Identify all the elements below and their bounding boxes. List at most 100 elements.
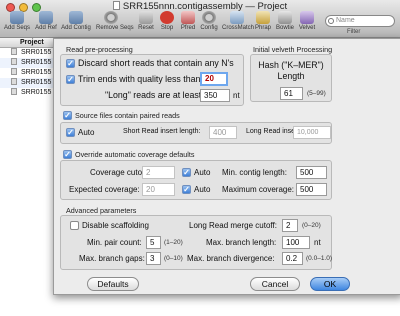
paired-reads-checkbox[interactable]: ✓ <box>63 111 72 120</box>
defaults-button[interactable]: Defaults <box>87 277 139 291</box>
reset-icon <box>139 11 153 24</box>
coverage-cutoff-auto-checkbox[interactable]: ✓ <box>182 168 191 177</box>
add-icon <box>69 11 83 24</box>
long-reads-unit: nt <box>233 91 240 100</box>
expected-coverage-input[interactable]: 20 <box>142 183 175 196</box>
window-titlebar: SRR155nnn.contigassembly — Project Add S… <box>0 0 400 38</box>
merge-cutoff-label: Long Read merge cutoff: <box>189 221 277 230</box>
max-branch-length-input[interactable]: 100 <box>282 236 310 249</box>
remove-icon <box>104 11 118 24</box>
long-reads-input[interactable]: 350 <box>200 89 230 102</box>
toolbar-label: Remove Seqs <box>96 25 134 31</box>
min-pair-label: Min. pair count: <box>87 238 142 247</box>
trim-ends-label: Trim ends with quality less than <box>78 74 201 84</box>
toolbar-label: Add Seqs <box>3 25 31 31</box>
search-placeholder: Name <box>336 17 355 24</box>
min-contig-input[interactable]: 500 <box>296 166 327 179</box>
max-divergence-range: (0.0–1.0) <box>306 255 333 262</box>
short-insert-input[interactable]: 400 <box>209 126 237 139</box>
row-name: SRR0155 <box>21 89 52 96</box>
toolbar-label: Add Contig <box>61 25 91 31</box>
override-coverage-label: Override automatic coverage defaults <box>75 150 195 159</box>
file-icon <box>11 78 17 85</box>
add-icon <box>39 11 53 24</box>
file-icon <box>11 58 17 65</box>
max-gaps-input[interactable]: 3 <box>146 252 161 265</box>
long-insert-input[interactable]: 10,000 <box>293 126 331 139</box>
phrap-icon <box>256 11 270 24</box>
hash-title-line1: Hash ("K–MER") <box>258 60 324 70</box>
stop-icon <box>160 11 174 24</box>
ok-button[interactable]: OK <box>310 277 350 291</box>
search-input[interactable]: Name <box>325 15 395 27</box>
discard-short-checkbox[interactable]: ✓ <box>66 59 75 68</box>
disable-scaffolding-label: Disable scaffolding <box>82 221 150 230</box>
config-button[interactable]: Config <box>194 11 224 31</box>
coverage-group <box>60 160 332 200</box>
pfred-icon <box>181 11 195 24</box>
file-icon <box>11 88 17 95</box>
column-header-project[interactable]: Project <box>20 39 44 46</box>
section-title-velveth: Initial velveth Processing <box>253 45 333 54</box>
max-branch-length-label: Max. branch length: <box>206 238 277 247</box>
trim-quality-input[interactable]: 20 <box>200 72 228 86</box>
max-coverage-label: Maximum coverage: <box>222 185 295 194</box>
coverage-cutoff-input[interactable]: 2 <box>142 166 175 179</box>
add-ref-button[interactable]: Add Ref <box>31 11 61 31</box>
toolbar-label: Config <box>200 25 218 31</box>
toolbar-label: Add Ref <box>35 25 57 31</box>
trim-ends-checkbox[interactable]: ✓ <box>66 75 75 84</box>
hash-length-input[interactable]: 61 <box>280 87 303 100</box>
hash-title-line2: Length <box>277 71 305 81</box>
toolbar-label: Velvet <box>298 25 316 31</box>
remove-seqs-button[interactable]: Remove Seqs <box>96 11 134 31</box>
filter-label: Filter <box>347 29 361 35</box>
document-icon <box>112 1 120 10</box>
merge-cutoff-range: (0–20) <box>302 222 321 229</box>
velvet-icon <box>300 11 314 24</box>
cancel-button[interactable]: Cancel <box>250 277 300 291</box>
min-pair-range: (1–20) <box>164 239 183 246</box>
bowtie-icon <box>278 11 292 24</box>
coverage-cutoff-label: Coverage cutoff: <box>90 168 149 177</box>
paired-reads-label: Source files contain paired reads <box>75 111 180 120</box>
disable-scaffolding-checkbox[interactable]: ✓ <box>70 221 79 230</box>
row-name: SRR0155 <box>21 59 52 66</box>
add-icon <box>10 11 24 24</box>
insert-auto-checkbox[interactable]: ✓ <box>66 128 75 137</box>
long-reads-label: "Long" reads are at least <box>105 90 202 100</box>
file-icon <box>11 68 17 75</box>
merge-cutoff-input[interactable]: 2 <box>282 219 298 232</box>
max-branch-length-unit: nt <box>314 238 321 247</box>
insert-auto-label: Auto <box>78 128 95 137</box>
max-divergence-label: Max. branch divergence: <box>187 254 275 263</box>
max-coverage-input[interactable]: 500 <box>296 183 327 196</box>
coverage-cutoff-auto-label: Auto <box>194 168 211 177</box>
assembly-settings-sheet: Read pre-processing ✓ Discard short read… <box>53 38 400 295</box>
hash-length-range: (5–99) <box>307 90 326 97</box>
override-coverage-checkbox[interactable]: ✓ <box>63 150 72 159</box>
config-icon <box>202 11 216 24</box>
min-pair-input[interactable]: 5 <box>146 236 161 249</box>
section-title-advanced: Advanced parameters <box>66 206 137 215</box>
max-divergence-input[interactable]: 0.2 <box>282 252 303 265</box>
add-contig-button[interactable]: Add Contig <box>61 11 91 31</box>
search-icon <box>328 18 334 24</box>
crossmatch-icon <box>230 11 244 24</box>
hash-length-title: Hash ("K–MER") Length <box>250 60 332 82</box>
max-gaps-range: (0–10) <box>164 255 183 262</box>
velvet-button[interactable]: Velvet <box>292 11 322 31</box>
expected-coverage-auto-checkbox[interactable]: ✓ <box>182 185 191 194</box>
row-name: SRR0155 <box>21 79 52 86</box>
file-icon <box>11 48 17 55</box>
add-seqs-button[interactable]: Add Seqs <box>2 11 32 31</box>
discard-short-label: Discard short reads that contain any N's <box>78 58 234 68</box>
max-gaps-label: Max. branch gaps: <box>79 254 145 263</box>
row-name: SRR0155 <box>21 49 52 56</box>
expected-coverage-label: Expected coverage: <box>69 185 140 194</box>
min-contig-label: Min. contig length: <box>222 168 287 177</box>
short-insert-label: Short Read insert length: <box>123 128 201 135</box>
expected-coverage-auto-label: Auto <box>194 185 211 194</box>
row-name: SRR0155 <box>21 69 52 76</box>
section-title-pre-processing: Read pre-processing <box>66 45 133 54</box>
